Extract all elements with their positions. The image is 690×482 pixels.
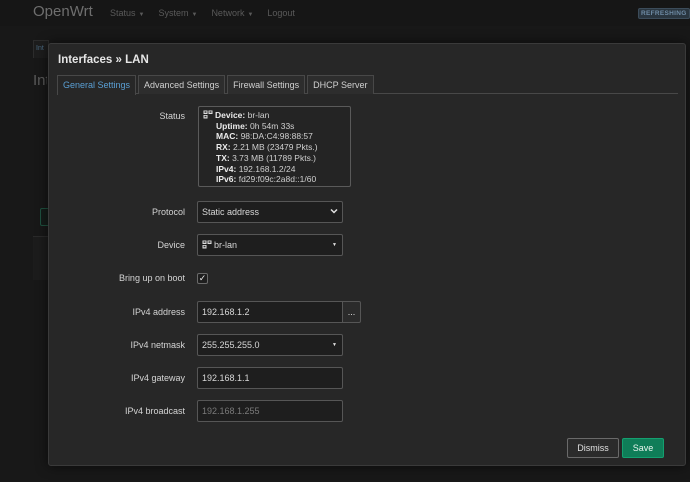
status-value: 2.21 MB (23479 Pkts.) bbox=[233, 142, 318, 153]
caret-down-icon: ▼ bbox=[191, 12, 198, 18]
ipv4-address-more-button[interactable]: ... bbox=[342, 301, 361, 323]
ipv4-broadcast-input[interactable]: 192.168.1.255 bbox=[197, 400, 343, 422]
status-key: TX: bbox=[216, 152, 230, 163]
device-label: Device bbox=[157, 240, 185, 250]
network-device-icon bbox=[202, 240, 212, 249]
status-ipv4-row: IPv4: 192.168.1.2/24 bbox=[203, 164, 350, 175]
menu-item-status[interactable]: Status ▼ bbox=[110, 8, 144, 18]
device-selected-value: br-lan bbox=[214, 240, 238, 250]
menu-item-label: System bbox=[158, 8, 189, 18]
modal-tabs: General Settings Advanced Settings Firew… bbox=[57, 75, 678, 95]
background-panel bbox=[33, 236, 49, 280]
interface-edit-modal: Interfaces » LAN General Settings Advanc… bbox=[48, 43, 686, 466]
status-mac-row: MAC: 98:DA:C4:98:88:57 bbox=[203, 131, 350, 142]
tab-dhcp-server[interactable]: DHCP Server bbox=[307, 75, 374, 94]
modal-title: Interfaces » LAN bbox=[58, 54, 149, 66]
menu-item-logout[interactable]: Logout bbox=[267, 8, 295, 18]
menu-item-label: Network bbox=[211, 8, 245, 18]
menu-item-network[interactable]: Network ▼ bbox=[211, 8, 253, 18]
ipv4-netmask-select[interactable]: 255.255.255.0 ▼ bbox=[197, 334, 343, 356]
interface-status-box: Device: br-lan Uptime: 0h 54m 33s MAC: 9… bbox=[198, 106, 351, 187]
ipv4-gateway-value: 192.168.1.1 bbox=[202, 373, 250, 383]
ipv4-netmask-value: 255.255.255.0 bbox=[202, 340, 260, 350]
protocol-label: Protocol bbox=[151, 207, 185, 217]
status-value: 3.73 MB (11789 Pkts.) bbox=[232, 152, 317, 163]
menu-item-label: Logout bbox=[267, 8, 295, 18]
protocol-select[interactable]: Static address bbox=[197, 201, 343, 223]
status-value: br-lan bbox=[247, 110, 270, 120]
status-key: Uptime: bbox=[216, 120, 248, 131]
status-value: fd29:f09c:2a8d::1/60 bbox=[238, 174, 317, 185]
status-ipv6-row: IPv6: fd29:f09c:2a8d::1/60 bbox=[203, 174, 350, 185]
save-button[interactable]: Save bbox=[622, 438, 664, 458]
main-menu: Status ▼ System ▼ Network ▼ Logout bbox=[110, 8, 309, 18]
protocol-selected-value: Static address bbox=[202, 207, 260, 217]
ipv4-netmask-label: IPv4 netmask bbox=[130, 340, 185, 350]
bring-up-on-boot-label: Bring up on boot bbox=[118, 273, 185, 283]
ipv4-gateway-input[interactable]: 192.168.1.1 bbox=[197, 367, 343, 389]
caret-down-icon: ▼ bbox=[332, 242, 337, 248]
status-key: RX: bbox=[216, 142, 231, 153]
ipv4-address-input[interactable]: 192.168.1.2 bbox=[197, 301, 343, 323]
status-device-row: Device: br-lan bbox=[203, 110, 350, 121]
status-tx-row: TX: 3.73 MB (11789 Pkts.) bbox=[203, 153, 350, 164]
ipv4-address-value: 192.168.1.2 bbox=[202, 307, 250, 317]
status-key: IPv4: bbox=[216, 163, 237, 174]
caret-down-icon: ▼ bbox=[332, 342, 337, 348]
ipv4-broadcast-placeholder: 192.168.1.255 bbox=[202, 406, 260, 416]
tab-advanced-settings[interactable]: Advanced Settings bbox=[138, 75, 226, 94]
status-key: MAC: bbox=[216, 131, 239, 142]
tab-firewall-settings[interactable]: Firewall Settings bbox=[227, 75, 306, 94]
caret-down-icon: ▼ bbox=[247, 12, 254, 18]
status-key: Device: bbox=[215, 110, 246, 120]
refreshing-badge[interactable]: REFRESHING bbox=[638, 8, 690, 19]
status-label: Status bbox=[159, 111, 185, 121]
bring-up-on-boot-checkbox[interactable]: ✓ bbox=[197, 273, 208, 284]
device-select[interactable]: br-lan ▼ bbox=[197, 234, 343, 256]
dismiss-button[interactable]: Dismiss bbox=[567, 438, 619, 458]
status-key: IPv6: bbox=[216, 174, 237, 185]
top-navbar: OpenWrt Status ▼ System ▼ Network ▼ Logout … bbox=[0, 0, 690, 26]
background-tab: Int bbox=[33, 40, 49, 58]
menu-item-system[interactable]: System ▼ bbox=[158, 8, 197, 18]
tab-general-settings[interactable]: General Settings bbox=[57, 75, 137, 95]
brand-logo[interactable]: OpenWrt bbox=[33, 3, 93, 20]
chevron-down-icon bbox=[330, 208, 338, 214]
menu-item-label: Status bbox=[110, 8, 136, 18]
ipv4-address-label: IPv4 address bbox=[132, 307, 185, 317]
ipv4-gateway-label: IPv4 gateway bbox=[130, 373, 185, 383]
status-uptime-row: Uptime: 0h 54m 33s bbox=[203, 121, 350, 132]
status-value: 98:DA:C4:98:88:57 bbox=[240, 131, 313, 142]
status-rx-row: RX: 2.21 MB (23479 Pkts.) bbox=[203, 142, 350, 153]
status-value: 192.168.1.2/24 bbox=[238, 163, 296, 174]
ipv4-broadcast-label: IPv4 broadcast bbox=[124, 406, 185, 416]
background-heading: Int bbox=[33, 72, 47, 89]
caret-down-icon: ▼ bbox=[138, 12, 145, 18]
network-device-icon bbox=[203, 110, 213, 119]
status-value: 0h 54m 33s bbox=[250, 120, 295, 131]
